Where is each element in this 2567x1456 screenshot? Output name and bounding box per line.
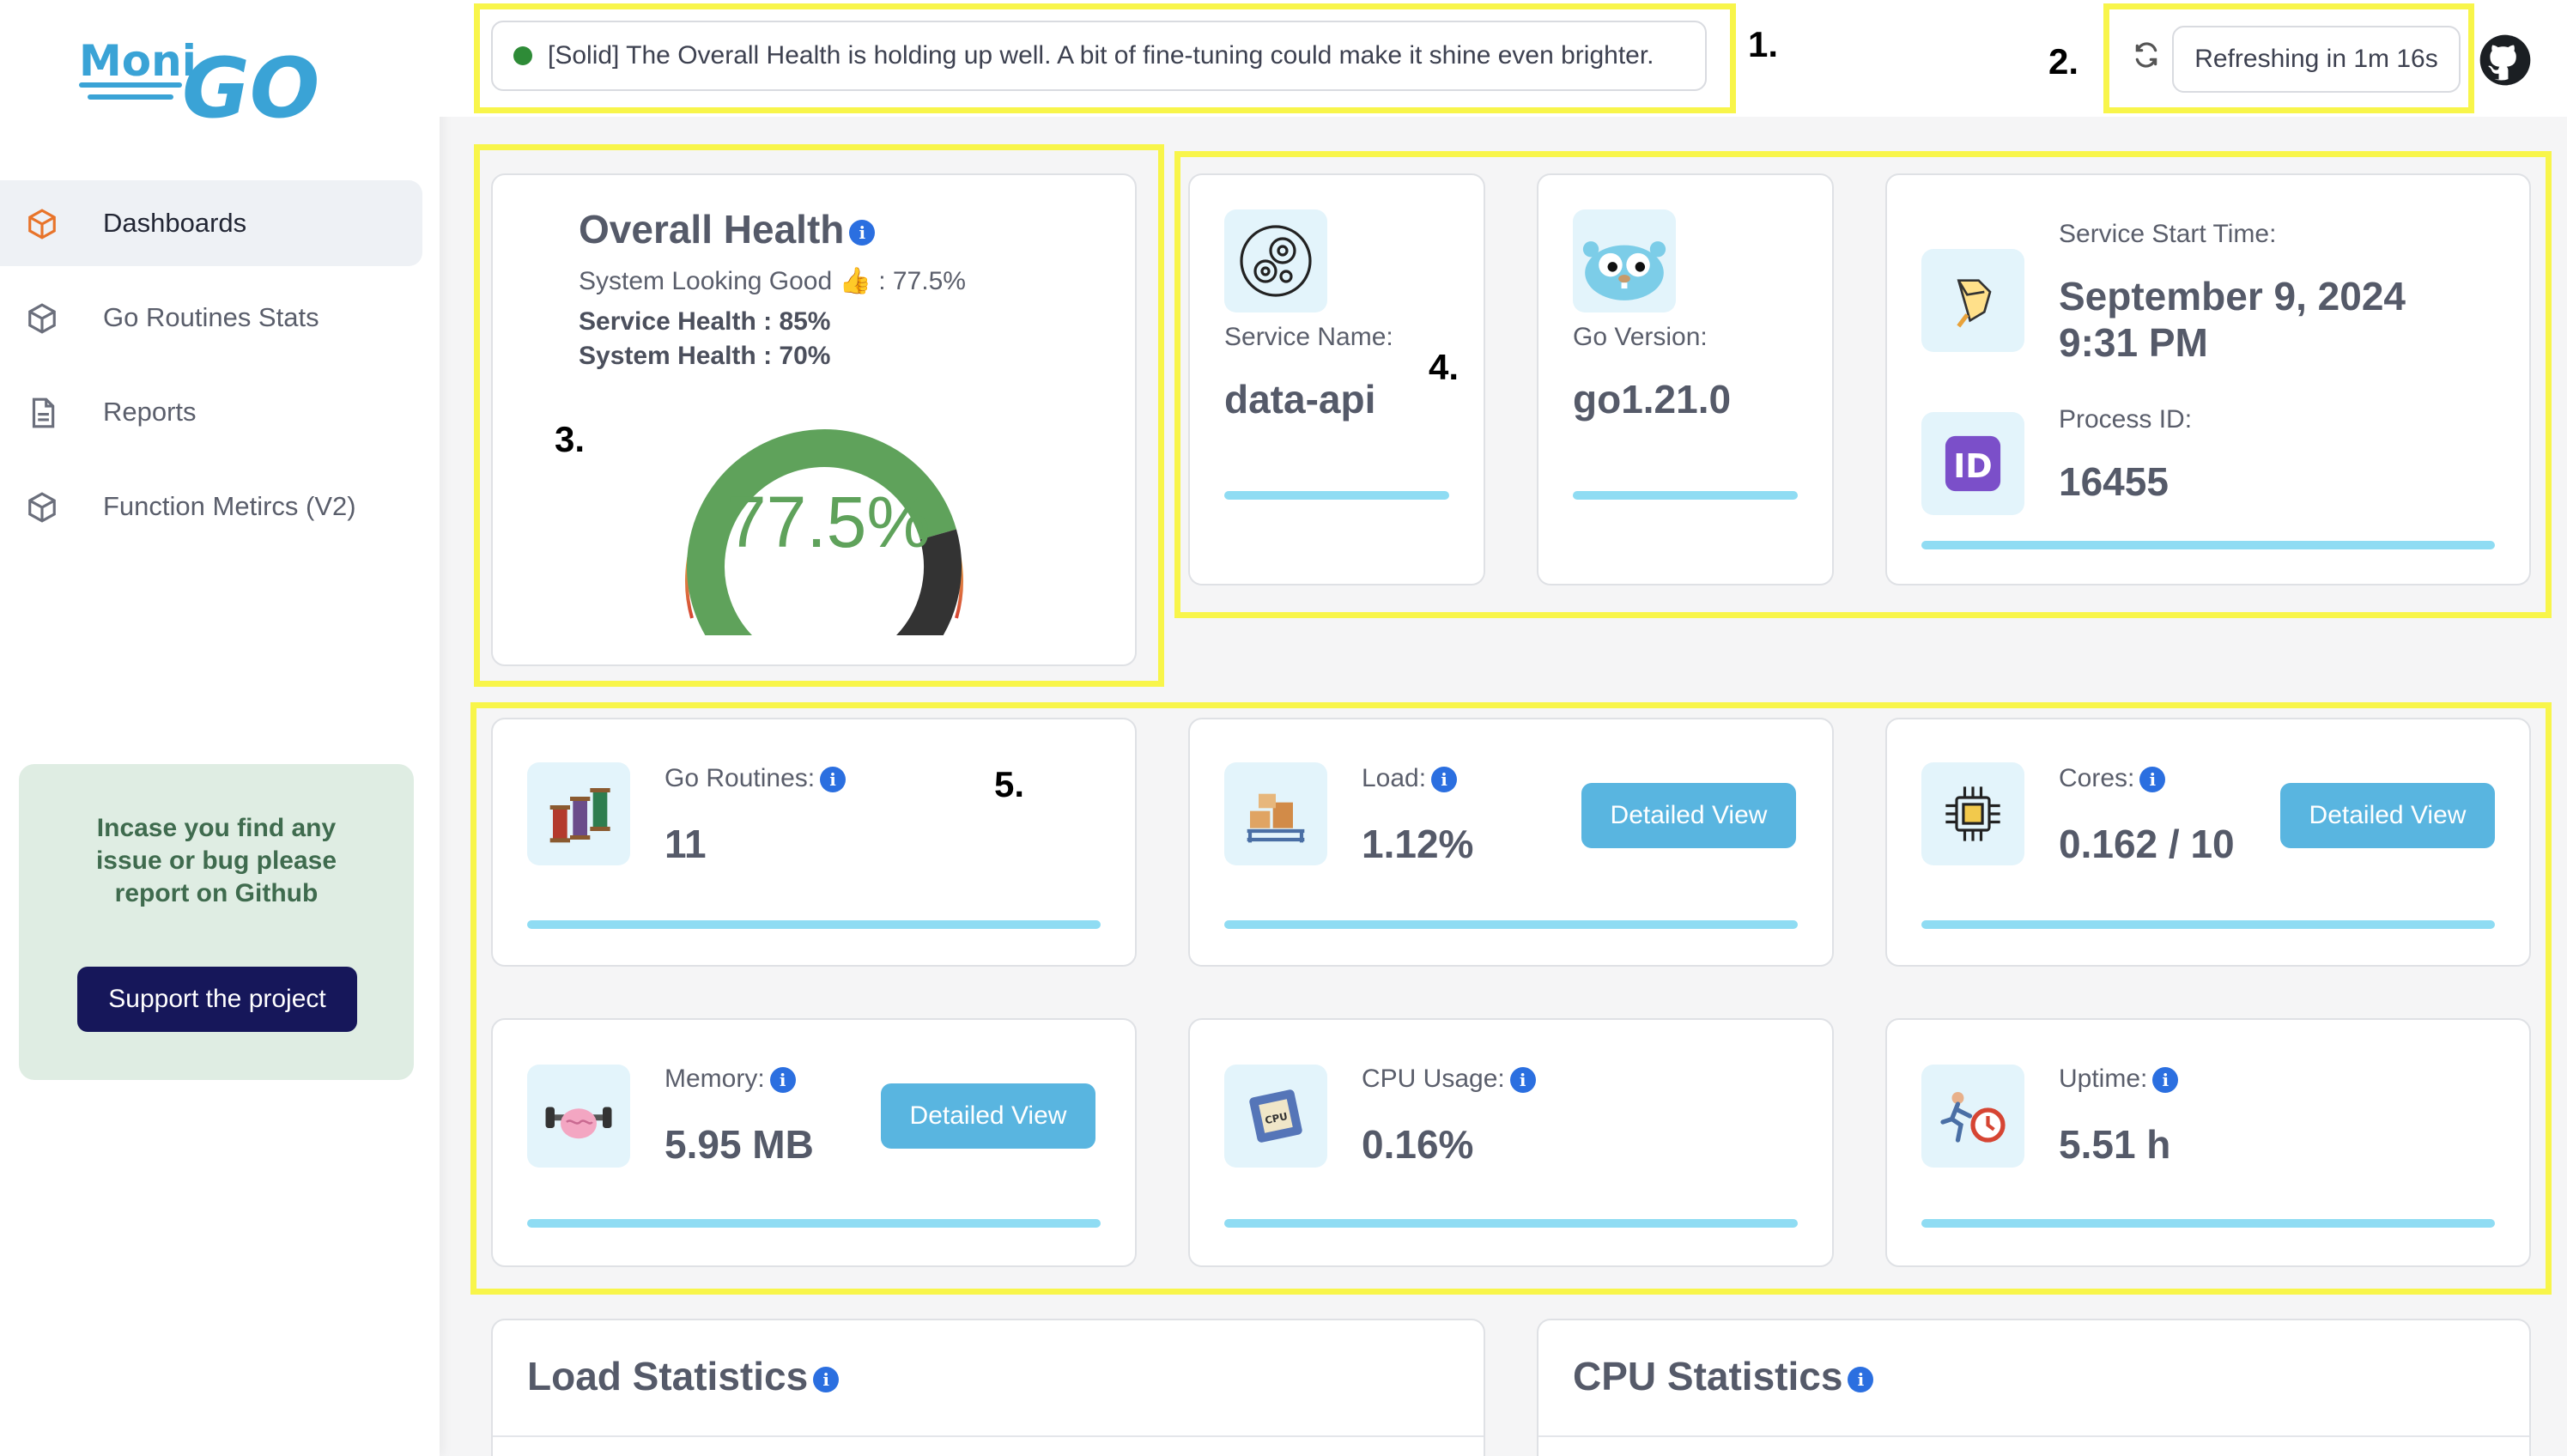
annotation-box-4: [1174, 151, 2552, 618]
cube-icon: [28, 209, 56, 240]
issue-report-box: Incase you find any issue or bug please …: [19, 764, 414, 1080]
sidebar-item-label: Go Routines Stats: [103, 302, 319, 332]
cube-icon: [28, 303, 56, 334]
annotation-number-5: 5.: [994, 764, 1025, 804]
sidebar-item-go-routines-stats[interactable]: Go Routines Stats: [0, 275, 422, 361]
support-project-button[interactable]: Support the project: [77, 967, 357, 1032]
load-statistics-title-text: Load Statistics: [527, 1354, 809, 1398]
sidebar-nav: Dashboards Go Routines Stats Reports Fun…: [0, 180, 440, 558]
annotation-number-2: 2.: [2048, 41, 2079, 82]
annotation-number-3: 3.: [555, 419, 586, 459]
divider: [493, 1435, 1484, 1437]
annotation-box-1: [474, 3, 1736, 113]
svg-text:Moni: Moni: [79, 36, 197, 86]
github-icon[interactable]: [2478, 33, 2533, 88]
annotation-box-5: [470, 702, 2552, 1295]
sidebar-item-function-metrics[interactable]: Function Metircs (V2): [0, 464, 422, 549]
info-icon[interactable]: i: [1848, 1366, 1874, 1392]
sidebar: Moni GO Dashboards Go Routines Stats Rep…: [0, 0, 440, 1456]
divider: [1538, 1435, 2529, 1437]
document-icon: [32, 397, 55, 428]
cpu-statistics-title-text: CPU Statistics: [1573, 1354, 1843, 1398]
svg-text:GO: GO: [182, 40, 319, 125]
issue-report-text: Incase you find any issue or bug please …: [95, 814, 337, 907]
annotation-box-3: [474, 144, 1164, 687]
cpu-statistics-title: CPU Statistics i: [1573, 1353, 1874, 1399]
monigo-logo[interactable]: Moni GO: [76, 31, 350, 125]
annotation-number-1: 1.: [1748, 24, 1779, 64]
cube-icon: [28, 492, 56, 523]
sidebar-item-label: Reports: [103, 397, 197, 427]
load-statistics-title: Load Statistics i: [527, 1353, 840, 1399]
annotation-box-2: [2103, 3, 2474, 113]
sidebar-item-label: Dashboards: [103, 208, 247, 238]
sidebar-item-dashboards[interactable]: Dashboards: [0, 180, 422, 266]
info-icon[interactable]: i: [813, 1366, 840, 1392]
sidebar-item-reports[interactable]: Reports: [0, 369, 422, 455]
annotation-number-4: 4.: [1429, 347, 1459, 387]
sidebar-item-label: Function Metircs (V2): [103, 491, 356, 521]
